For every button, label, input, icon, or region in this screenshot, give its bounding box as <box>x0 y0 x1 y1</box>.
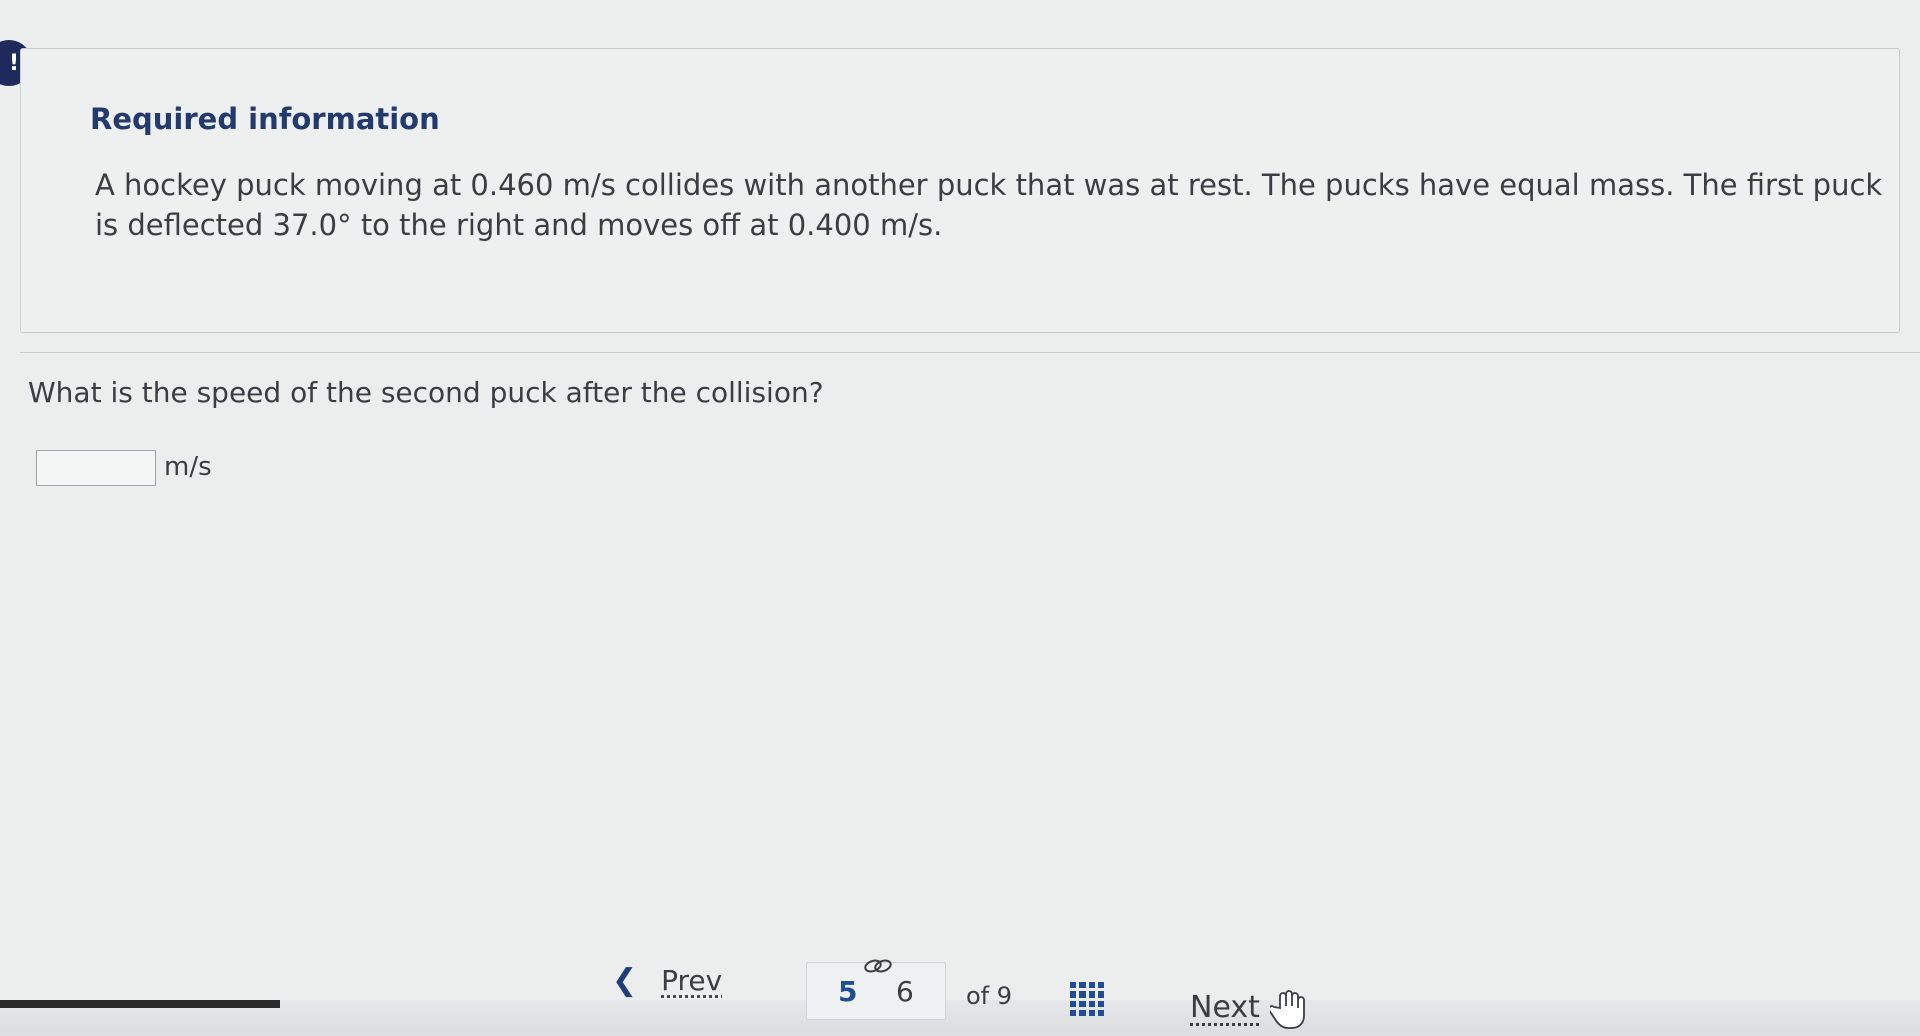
answer-input[interactable] <box>36 450 156 486</box>
problem-statement: A hockey puck moving at 0.460 m/s collid… <box>95 168 1883 242</box>
page-5-button[interactable]: 5 <box>838 975 857 1008</box>
divider <box>20 352 1920 353</box>
link-icon <box>864 959 892 973</box>
chevron-left-icon: ❮ <box>612 962 638 998</box>
bottom-bar <box>0 1000 1920 1036</box>
page-6-button[interactable]: 6 <box>896 975 914 1008</box>
prev-button[interactable]: ❮ Prev <box>612 955 722 1005</box>
hand-pointer-icon <box>1270 990 1305 1029</box>
next-button[interactable]: Next <box>1190 990 1260 1025</box>
prev-label: Prev <box>661 963 723 997</box>
unit-label: m/s <box>164 452 212 482</box>
question-prompt: What is the speed of the second puck aft… <box>28 376 824 409</box>
page-count: of 9 <box>966 982 1013 1010</box>
required-information-heading: Required information <box>90 102 440 136</box>
grid-icon[interactable] <box>1070 982 1104 1016</box>
bottom-edge <box>0 1000 280 1008</box>
